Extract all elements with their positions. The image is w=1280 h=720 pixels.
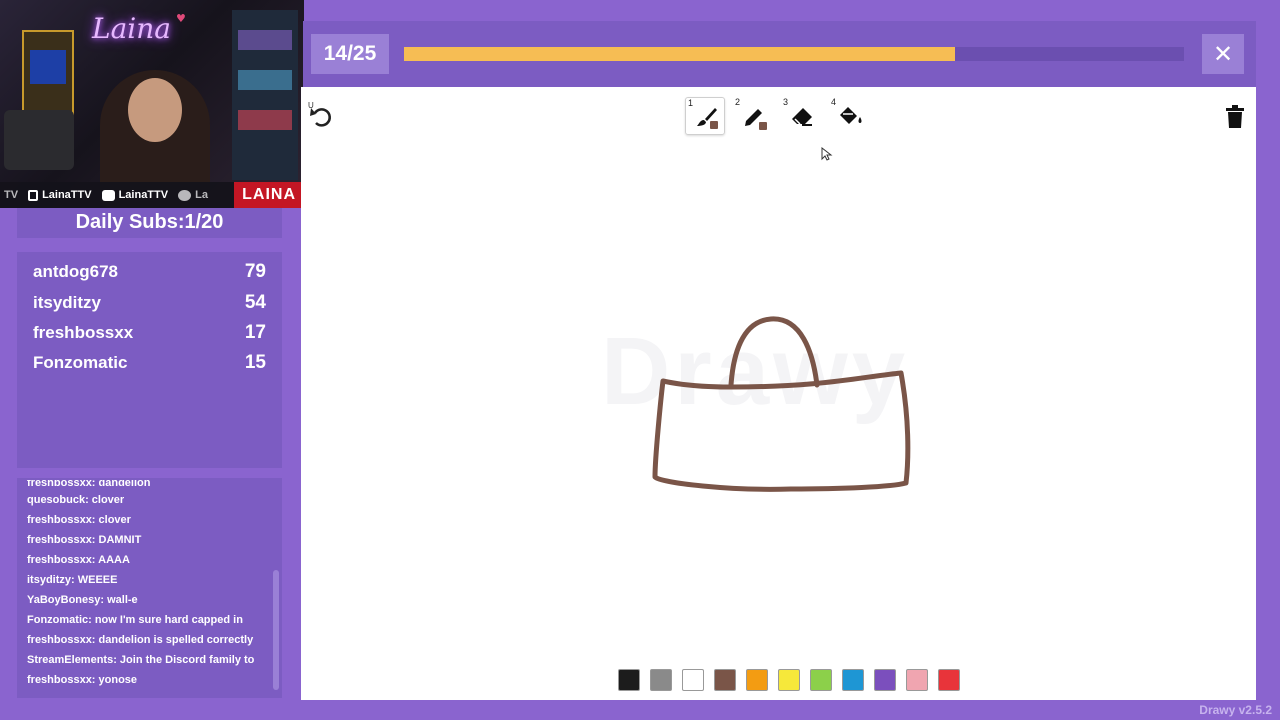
current-color-swatch — [759, 122, 767, 130]
tool-hotkey: 1 — [688, 98, 694, 108]
social-bar: TV LainaTTV LainaTTV La LAINA — [0, 182, 304, 208]
chat-message: freshbossxx: dandelion is spelled correc… — [27, 634, 254, 646]
chat-scrollbar[interactable] — [273, 570, 279, 690]
color-swatch-brown[interactable] — [714, 669, 736, 691]
fill-bucket-icon — [840, 107, 862, 124]
tool-bar: 1 2 3 4 — [685, 97, 869, 135]
channel-badge: LAINA — [234, 182, 304, 208]
leaderboard-row: antdog678 79 — [17, 257, 282, 287]
leaderboard-row: itsyditzy 54 — [17, 287, 282, 317]
eraser-icon — [792, 108, 812, 126]
player-score: 79 — [244, 261, 266, 283]
partial-social: TV — [4, 189, 19, 201]
chat-message: freshbossxx: dandelion — [27, 480, 151, 489]
pencil-tool[interactable]: 2 — [733, 97, 773, 135]
daily-subs-counter: Daily Subs:1/20 — [17, 208, 282, 238]
color-swatch-blue[interactable] — [842, 669, 864, 691]
fill-tool[interactable]: 4 — [829, 97, 869, 135]
color-swatch-gray[interactable] — [650, 669, 672, 691]
current-color-swatch — [710, 121, 718, 129]
undo-button[interactable]: U — [307, 101, 335, 131]
chat-message: Fonzomatic: now I'm sure hard capped in — [27, 614, 243, 626]
chat-message: freshbossxx: DAMNIT — [27, 534, 142, 546]
leaderboard: antdog678 79 itsyditzy 54 freshbossxx 17 Fo… — [17, 252, 282, 468]
youtube-handle: LainaTTV — [101, 189, 168, 201]
player-score: 15 — [244, 352, 266, 374]
color-swatch-orange[interactable] — [746, 669, 768, 691]
player-score: 54 — [244, 291, 266, 313]
tool-hotkey: 2 — [735, 97, 741, 107]
chat-message: quesobuck: clover — [27, 494, 125, 506]
color-swatch-black[interactable] — [618, 669, 640, 691]
twitter-handle: La — [178, 189, 208, 201]
chat-message: freshbossxx: AAAA — [27, 554, 130, 566]
mouse-cursor-icon — [821, 147, 833, 161]
undo-hotkey: U — [308, 101, 314, 110]
player-name: antdog678 — [33, 262, 119, 282]
leaderboard-row: Fonzomatic 15 — [17, 348, 282, 378]
player-score: 17 — [244, 321, 266, 343]
tool-hotkey: 3 — [783, 97, 789, 107]
color-swatch-pink[interactable] — [906, 669, 928, 691]
youtube-icon — [101, 189, 115, 201]
round-progress-bar — [404, 47, 1184, 61]
round-progress-fill — [404, 47, 956, 61]
brush-tool[interactable]: 1 — [685, 97, 725, 135]
chat-message: freshbossxx: yonose — [27, 674, 138, 686]
round-counter: 14/25 — [311, 34, 389, 74]
player-drawing — [652, 316, 911, 492]
color-swatch-purple[interactable] — [874, 669, 896, 691]
twitter-icon — [178, 189, 192, 201]
eraser-tool[interactable]: 3 — [781, 97, 821, 135]
webcam-overlay: Laina ♥ TV LainaTTV LainaTTV La LAINA — [0, 0, 304, 208]
close-button[interactable]: ✕ — [1202, 34, 1244, 74]
close-icon: ✕ — [1212, 40, 1234, 68]
drawing-canvas[interactable]: Drawy U 1 2 3 4 — [301, 87, 1256, 700]
chat-message: YaBoyBonesy: wall-e — [27, 594, 138, 606]
chat-panel[interactable]: freshbossxx: dandelion quesobuck: clover… — [17, 478, 282, 698]
color-swatch-white[interactable] — [682, 669, 704, 691]
streamer-face — [128, 78, 182, 142]
shelf — [232, 10, 298, 180]
version-label: Drawy v2.5.2 — [1199, 703, 1272, 717]
game-header: 14/25 ✕ — [303, 21, 1256, 87]
player-name: itsyditzy — [33, 292, 102, 312]
leaderboard-row: freshbossxx 17 — [17, 318, 282, 348]
tiktok-icon — [28, 189, 39, 201]
player-name: Fonzomatic — [33, 353, 128, 373]
tool-hotkey: 4 — [831, 97, 837, 107]
player-name: freshbossxx — [33, 322, 134, 342]
color-palette — [618, 669, 960, 691]
neon-logo: Laina — [92, 12, 171, 45]
chat-messages: freshbossxx: dandelion quesobuck: clover… — [27, 480, 270, 690]
color-swatch-yellow[interactable] — [778, 669, 800, 691]
chat-message: freshbossxx: clover — [27, 514, 131, 526]
heart-icon: ♥ — [176, 12, 186, 25]
chat-message: StreamElements: Join the Discord family … — [27, 654, 255, 666]
microphone — [4, 110, 74, 170]
trash-icon — [1226, 105, 1244, 128]
color-swatch-red[interactable] — [938, 669, 960, 691]
chat-message: itsyditzy: WEEEE — [27, 574, 118, 586]
clear-canvas-button[interactable] — [1225, 105, 1245, 133]
tiktok-handle: LainaTTV — [28, 189, 92, 201]
color-swatch-green[interactable] — [810, 669, 832, 691]
